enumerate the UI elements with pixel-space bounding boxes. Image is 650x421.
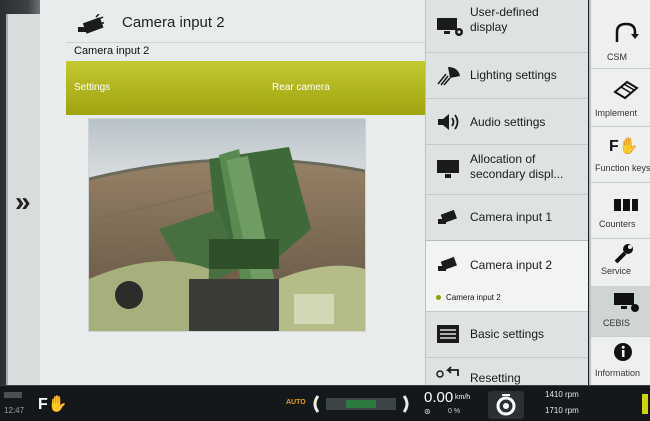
basic-settings-icon <box>437 325 459 343</box>
menu-item-secondary-display[interactable]: Allocation of secondary displ... <box>426 144 588 195</box>
quick-menu-function-keys[interactable]: F✋ Function keys <box>591 126 650 183</box>
display-settings-icon <box>437 18 463 36</box>
menu-item-sublabel: Camera input 2 <box>446 293 501 302</box>
menu-item-camera-input-1[interactable]: Camera input 1 <box>426 194 588 241</box>
settings-menu: User-defined display Lighting settings A… <box>425 0 588 385</box>
secondary-display-icon <box>437 160 459 178</box>
breadcrumb: Camera input 2 <box>66 42 432 61</box>
menu-item-label: Resetting <box>470 371 521 385</box>
cebis-icon <box>614 293 639 312</box>
camera-icon <box>78 14 104 34</box>
menu-item-basic-settings[interactable]: Basic settings <box>426 311 588 358</box>
menu-item-label: Basic settings <box>470 327 545 341</box>
quick-menu-label: Counters <box>599 219 636 229</box>
breadcrumb-label: Camera input 2 <box>74 45 150 57</box>
camera-mode-value[interactable]: Rear camera <box>272 82 330 93</box>
engine-rpm-1: 1410 rpm <box>545 390 579 399</box>
menu-item-label: Camera input 2 <box>470 258 553 272</box>
speed-unit: km/h <box>455 394 471 401</box>
camera-icon <box>438 209 457 224</box>
menu-item-resetting[interactable]: Resetting <box>426 357 588 385</box>
quick-menu-label: Information <box>595 368 641 378</box>
implement-icon <box>613 80 639 100</box>
camera-lens-icon <box>496 394 516 416</box>
menu-item-audio-settings[interactable]: Audio settings <box>426 98 588 145</box>
camera-settings-bar[interactable]: Settings Rear camera <box>66 61 432 115</box>
slip-icon: ⊛ <box>424 407 431 416</box>
drive-gauge <box>313 395 409 413</box>
menu-item-label: User-defined display <box>470 5 539 34</box>
quick-menu-label: Implement <box>595 108 638 118</box>
active-dot <box>436 295 441 301</box>
quick-menu-label: Service <box>601 266 632 276</box>
menu-item-label: Allocation of secondary displ... <box>470 152 564 181</box>
quick-menu: CSM Implement F✋ Function keys Counters … <box>589 0 650 385</box>
rear-camera-image <box>89 119 365 331</box>
quick-menu-cebis[interactable]: CEBIS <box>591 286 650 337</box>
quick-menu-service[interactable]: Service <box>591 238 650 287</box>
function-key-icon: F✋ <box>609 138 639 155</box>
page-title: Camera input 2 <box>122 14 225 31</box>
page-header: Camera input 2 <box>66 12 432 36</box>
double-chevron-right-icon: » <box>15 186 31 217</box>
info-icon <box>614 343 632 361</box>
auto-mode-badge: AUTO <box>286 399 306 406</box>
selected-indicator: Camera input 2 <box>436 293 501 302</box>
quick-menu-csm[interactable]: CSM <box>591 0 650 69</box>
quick-menu-label: CSM <box>607 52 627 62</box>
expand-panel-button[interactable]: » <box>6 14 42 386</box>
reset-icon <box>436 366 459 378</box>
screen: » Camera input 2 Camera input 2 Settings… <box>0 0 650 421</box>
quick-menu-implement[interactable]: Implement <box>591 68 650 127</box>
quick-menu-label: CEBIS <box>603 318 631 328</box>
status-edge-indicator <box>642 394 648 414</box>
status-indicator <box>4 392 22 398</box>
menu-item-lighting-settings[interactable]: Lighting settings <box>426 52 588 99</box>
quick-menu-counters[interactable]: Counters <box>591 182 650 239</box>
quick-menu-information[interactable]: Information <box>591 336 650 385</box>
wrench-icon <box>614 244 633 264</box>
main-panel: Camera input 2 Camera input 2 Settings R… <box>40 0 432 385</box>
settings-label: Settings <box>74 82 111 93</box>
menu-item-user-defined-display[interactable]: User-defined display <box>426 0 588 53</box>
csm-icon <box>615 22 639 42</box>
menu-item-label: Audio settings <box>470 115 546 129</box>
camera-toggle-button[interactable] <box>488 391 524 419</box>
clock: 12:47 <box>4 406 25 415</box>
speed-value: 0.00 <box>424 389 454 406</box>
quick-menu-label: Function keys <box>595 163 650 173</box>
camera-icon <box>438 256 457 271</box>
lighting-icon <box>437 67 460 86</box>
menu-item-label: Camera input 1 <box>470 210 553 224</box>
function-hand-icon[interactable]: F✋ <box>38 394 68 414</box>
menu-item-label: Lighting settings <box>470 68 557 82</box>
camera-preview <box>88 118 366 332</box>
counters-icon <box>614 199 638 211</box>
engine-rpm-2: 1710 rpm <box>545 406 579 415</box>
speaker-icon <box>438 114 459 130</box>
menu-item-camera-input-2[interactable]: Camera input 2 Camera input 2 <box>426 240 588 312</box>
slip-value: 0 % <box>448 408 461 415</box>
status-bar: 12:47 F✋ AUTO 0.00 km/h ⊛ 0 % 1410 rpm 1… <box>0 385 650 421</box>
